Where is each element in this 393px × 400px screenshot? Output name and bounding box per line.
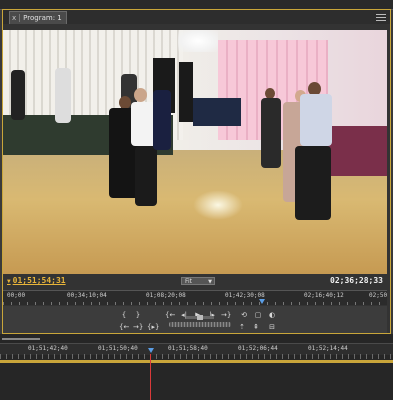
video-bystander [153, 90, 171, 150]
transport-controls: { } {← ◂| ▶ |▸ →} ⟲ ▢ ◐ {← →} {▸} ⇡ ⇞ ⊟ [3, 306, 387, 333]
seq-ruler-label: 01;51;58;40 [168, 345, 208, 352]
ruler-label: 01;08;20;08 [146, 292, 186, 299]
chevron-down-icon: ▼ [208, 279, 212, 285]
goto-in-button[interactable]: {← [165, 311, 175, 320]
playhead-timecode-value: 01;51;54;31 [12, 276, 66, 285]
trim-button[interactable]: ⊟ [267, 323, 277, 332]
play-in-to-out-button[interactable]: {▸} [147, 323, 159, 332]
playhead-marker-icon: ▼ [7, 278, 11, 285]
safe-margins-button[interactable]: ▢ [253, 311, 263, 320]
ruler-label: 02;16;40;12 [304, 292, 344, 299]
ruler-label: 00;00 [7, 292, 26, 299]
sequence-ruler-ticks [0, 354, 393, 359]
seq-ruler-label: 01;52;14;44 [308, 345, 348, 352]
sequence-playhead-line [150, 354, 151, 400]
zoom-select[interactable]: Fit ▼ [181, 277, 215, 285]
video-dancer [261, 98, 281, 168]
ruler-label: 00;34;10;04 [67, 292, 107, 299]
monitor-timecode-row: ▼ 01;51;54;31 Fit ▼ 02;36;28;33 [3, 276, 387, 287]
video-dancer-man [135, 146, 157, 206]
program-video-frame [3, 30, 387, 274]
ruler-label: 01;42;30;08 [225, 292, 265, 299]
seq-ruler-label: 01;52;06;44 [238, 345, 278, 352]
panel-menu-icon[interactable] [376, 12, 386, 21]
video-speaker [179, 62, 193, 122]
video-ceiling-light [178, 30, 218, 52]
monitor-time-ruler[interactable]: 00;00 00;34;10;04 01;08;20;08 01;42;30;0… [3, 290, 387, 305]
video-dancer-man [300, 94, 332, 146]
video-musician [11, 70, 25, 120]
sequence-timeline: 01;51;42;40 01;51;50;40 01;51;58;40 01;5… [0, 334, 393, 400]
seq-ruler-label: 01;51;50;40 [98, 345, 138, 352]
mark-in-button[interactable]: { [119, 311, 129, 320]
clip-out-button[interactable]: →} [133, 323, 143, 332]
in-out-range [2, 338, 40, 340]
lift-button[interactable]: ⇡ [237, 323, 247, 332]
ruler-ticks [3, 302, 387, 305]
mark-out-button[interactable]: } [133, 311, 143, 320]
video-dancer-man [295, 146, 331, 220]
duration-timecode: 02;36;28;33 [330, 276, 383, 285]
output-button[interactable]: ◐ [267, 311, 277, 320]
video-musician [55, 68, 71, 123]
extract-button[interactable]: ⇞ [251, 323, 261, 332]
playhead-timecode[interactable]: ▼ 01;51;54;31 [7, 276, 66, 285]
shuttle-slider[interactable] [186, 315, 214, 320]
tab-divider [19, 14, 21, 22]
video-floor-glare [193, 190, 243, 220]
jog-wheel[interactable] [169, 322, 231, 327]
clip-in-button[interactable]: {← [119, 323, 129, 332]
sequence-playhead-icon[interactable] [148, 348, 154, 353]
video-dancer-head [134, 88, 147, 102]
video-table [325, 126, 387, 176]
ruler-label: 02;50 [369, 292, 388, 299]
monitor-playhead-icon[interactable] [259, 299, 265, 304]
panel-tab-bar: x Program: 1 [3, 10, 390, 24]
close-icon[interactable]: x [12, 12, 16, 24]
video-banner [193, 98, 241, 126]
tab-program[interactable]: x Program: 1 [9, 11, 67, 24]
loop-button[interactable]: ⟲ [239, 311, 249, 320]
work-area-bar[interactable] [0, 360, 393, 363]
seq-ruler-label: 01;51;42;40 [28, 345, 68, 352]
tab-program-label: Program: 1 [23, 14, 62, 22]
goto-out-button[interactable]: →} [221, 311, 231, 320]
zoom-select-value: Fit [185, 278, 193, 285]
